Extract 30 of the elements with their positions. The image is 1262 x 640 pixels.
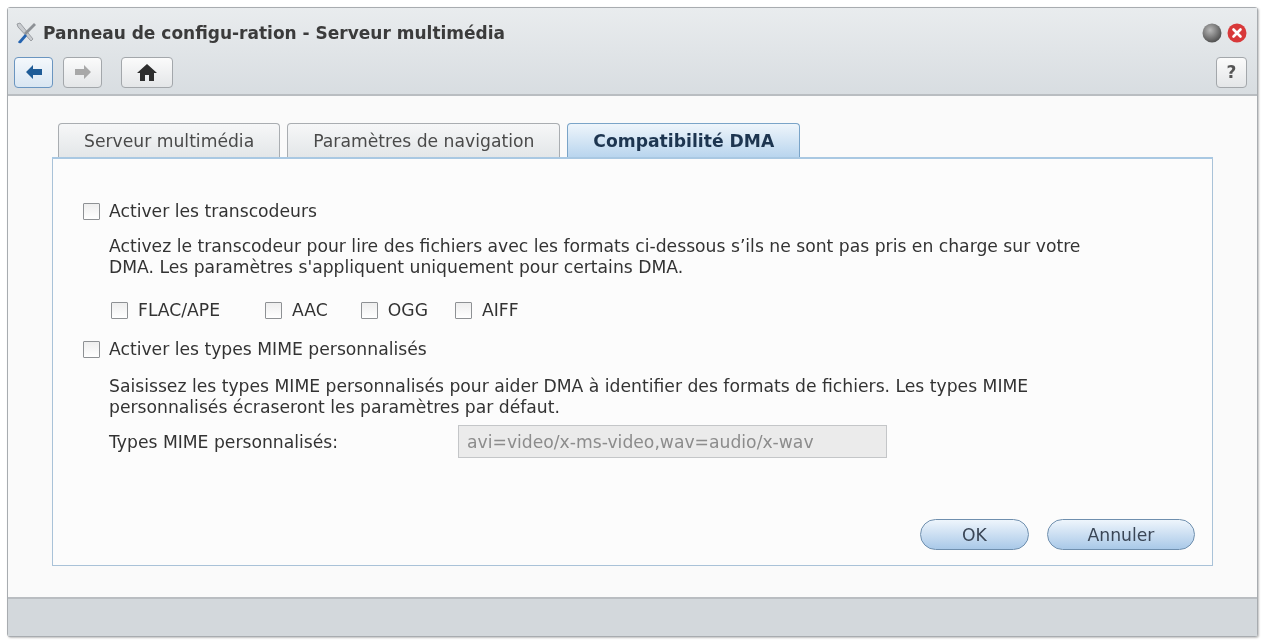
back-button[interactable] [14,56,53,88]
checkbox-label: AAC [292,300,328,320]
checkbox[interactable] [83,340,100,358]
tab[interactable]: Compatibilité DMA [567,123,801,157]
checkbox-label: FLAC/APE [138,300,221,320]
close-icon [1227,23,1247,43]
checkbox-label: OGG [387,300,428,320]
description-text: Saisissez les types MIME personnalisés pour aider DMA à identifier des formats de fichiers. Les types MIME personnalisés écraseront les paramètres par défaut. [109,376,1030,418]
checkbox[interactable] [265,301,283,319]
minimize-icon [1202,23,1222,43]
checkbox[interactable] [83,202,100,220]
forward-arrow-icon [73,64,92,80]
back-arrow-icon [24,64,43,80]
cancel-button[interactable]: Annuler [1047,519,1195,550]
description-text: Activez le transcodeur pour lire des fichiers avec les formats ci-dessous s’ils ne sont pas pris en charge sur votre DMA. Les paramètres s'appliquent uniquement pour certains DMA. [109,236,1082,278]
checkbox[interactable] [454,301,472,319]
tools-icon [14,21,38,45]
tab[interactable]: Serveur multimédia [58,123,281,157]
home-icon [137,63,157,81]
field-label: Types MIME personnalisés: [109,431,340,452]
checkbox[interactable] [111,301,128,319]
tab[interactable]: Paramètres de navigation [287,123,561,157]
window-title: Panneau de configu-ration - Serveur multimédia [43,23,506,43]
checkbox[interactable] [360,301,378,319]
help-button[interactable]: ? [1216,56,1247,88]
home-button[interactable] [121,56,173,88]
checkbox-label: Activer les types MIME personnalisés [109,339,427,359]
ok-button[interactable]: OK [920,519,1029,550]
checkbox-label: Activer les transcodeurs [109,201,317,221]
checkbox-label: AIFF [481,300,519,320]
